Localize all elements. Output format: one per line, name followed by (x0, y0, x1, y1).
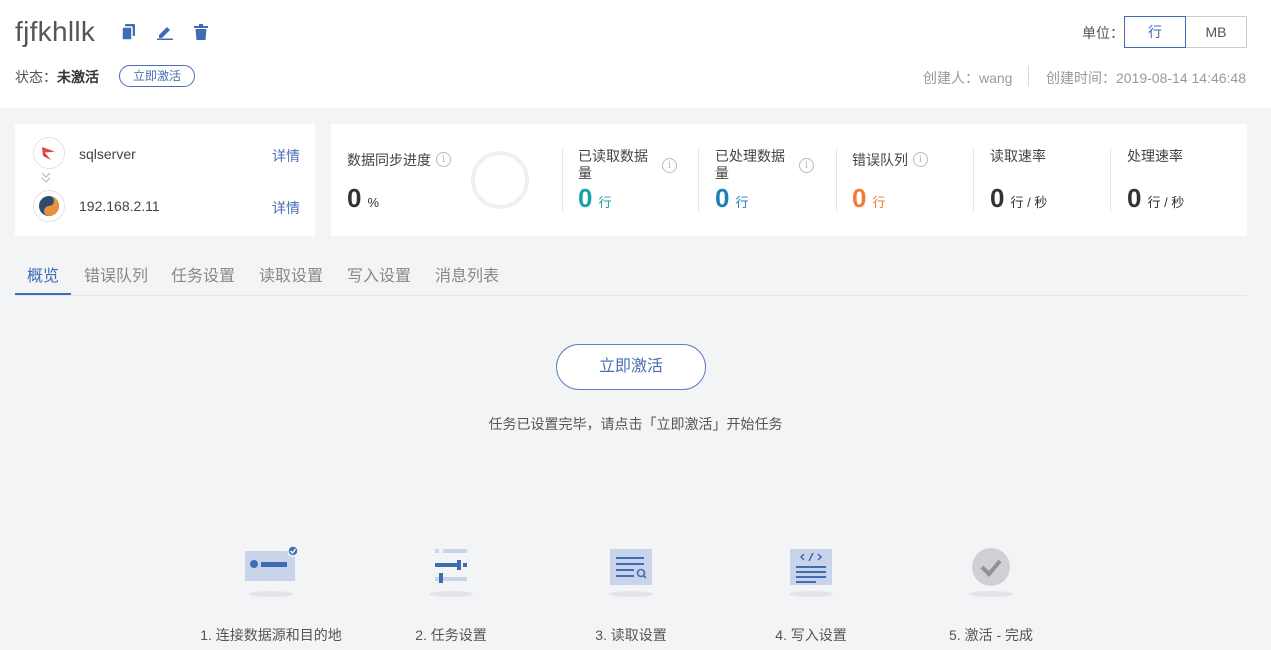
sync-progress-label: 数据同步进度 (347, 152, 431, 168)
header-divider (1028, 66, 1029, 86)
status-value: 未激活 (57, 69, 99, 85)
read-rate-stat: 读取速率 0 行 / 秒 (990, 124, 1100, 236)
creator-label: 创建人： (923, 70, 979, 86)
code-icon (783, 545, 839, 601)
sqlserver-icon (33, 137, 65, 169)
read-rate-value: 0 行 / 秒 (990, 183, 1047, 214)
sliders-icon (423, 545, 479, 601)
error-queue-stat: 错误队列 i 0行 (852, 124, 962, 236)
read-rate-label: 读取速率 (990, 148, 1046, 164)
database-icon (33, 190, 65, 222)
creator-value: wang (979, 70, 1013, 86)
created-time-value: 2019-08-14 14:46:48 (1116, 70, 1246, 86)
created-time: 创建时间：2019-08-14 14:46:48 (1046, 68, 1246, 88)
info-icon[interactable]: i (436, 152, 451, 167)
process-rate-unit: 行 / 秒 (1147, 195, 1185, 210)
process-rate-label: 处理速率 (1127, 148, 1183, 164)
processed-count-stat: 已处理数据量 i 0行 (715, 124, 825, 236)
target-detail-link[interactable]: 详情 (272, 198, 300, 218)
connection-card: sqlserver 详情 192.168.2.11 详情 (15, 124, 315, 236)
step-connect: 1. 连接数据源和目的地 (171, 545, 371, 645)
error-queue-number: 0 (852, 183, 867, 213)
connection-icon (243, 545, 299, 601)
icon-shadow (609, 591, 653, 597)
edit-icon[interactable] (156, 23, 174, 41)
read-count-label: 已读取数据量 (578, 148, 648, 181)
read-rate-number: 0 (990, 183, 1005, 213)
tab-message-list[interactable]: 消息列表 (435, 262, 499, 286)
error-queue-value: 0行 (852, 183, 885, 214)
read-rate-unit: 行 / 秒 (1010, 195, 1048, 210)
icon-shadow (429, 591, 473, 597)
processed-count-unit: 行 (735, 195, 749, 210)
read-count-value: 0行 (578, 183, 611, 214)
unit-label: 单位： (1082, 25, 1124, 41)
tab-task-settings[interactable]: 任务设置 (171, 262, 235, 286)
step-label: 4. 写入设置 (775, 627, 847, 643)
sync-progress-unit: % (367, 195, 380, 210)
creator: 创建人：wang (923, 68, 1012, 88)
activate-button[interactable]: 立即激活 (556, 344, 706, 390)
active-tab-indicator (15, 293, 71, 295)
error-queue-label: 错误队列 (852, 152, 908, 168)
check-icon (963, 545, 1019, 601)
step-label: 2. 任务设置 (415, 627, 487, 643)
sync-progress-number: 0 (347, 183, 362, 213)
stat-divider (973, 148, 974, 212)
icon-shadow (789, 591, 833, 597)
read-count-number: 0 (578, 183, 593, 213)
read-count-stat: 已读取数据量 i 0行 (578, 124, 688, 236)
read-icon (603, 545, 659, 601)
step-activate: 5. 激活 - 完成 (891, 545, 1091, 645)
tab-overview[interactable]: 概览 (27, 262, 59, 286)
delete-icon[interactable] (192, 23, 210, 41)
sync-progress-stat: 数据同步进度 i 0% (347, 124, 557, 236)
step-read-settings: 3. 读取设置 (531, 545, 731, 645)
created-time-label: 创建时间： (1046, 70, 1116, 86)
tab-bar: 概览 错误队列 任务设置 读取设置 写入设置 消息列表 (15, 250, 1247, 296)
unit-mb-button[interactable]: MB (1186, 16, 1247, 48)
source-detail-link[interactable]: 详情 (272, 146, 300, 166)
tab-write-settings[interactable]: 写入设置 (347, 262, 411, 286)
info-icon[interactable]: i (662, 158, 677, 173)
processed-count-value: 0行 (715, 183, 748, 214)
process-rate-value: 0 行 / 秒 (1127, 183, 1184, 214)
task-title: fjfkhllk (15, 16, 96, 47)
sync-progress-value: 0% (347, 183, 379, 214)
hint-text: 任务已设置完毕，请点击「立即激活」开始任务 (488, 416, 783, 432)
info-icon[interactable]: i (913, 152, 928, 167)
icon-shadow (249, 591, 293, 597)
source-name: sqlserver (79, 146, 136, 162)
unit-toggle: 行 MB (1124, 16, 1247, 48)
processed-count-number: 0 (715, 183, 730, 213)
step-task-settings: 2. 任务设置 (351, 545, 551, 645)
activate-small-button[interactable]: 立即激活 (119, 65, 195, 87)
chevron-down-icon (41, 172, 51, 186)
tab-error-queue[interactable]: 错误队列 (84, 262, 148, 286)
stat-divider (698, 148, 699, 212)
progress-ring (471, 151, 529, 209)
icon-shadow (969, 591, 1013, 597)
copy-icon[interactable] (120, 23, 138, 41)
stat-divider (1110, 148, 1111, 212)
error-queue-unit: 行 (872, 195, 886, 210)
status-label: 状态： (15, 69, 57, 85)
process-rate-stat: 处理速率 0 行 / 秒 (1127, 124, 1237, 236)
unit-rows-button[interactable]: 行 (1124, 16, 1186, 48)
process-rate-number: 0 (1127, 183, 1142, 213)
read-count-unit: 行 (598, 195, 612, 210)
stats-card: 数据同步进度 i 0% 已读取数据量 i 0行 已处理数据量 i 0行 错误队列… (331, 124, 1247, 236)
step-write-settings: 4. 写入设置 (711, 545, 911, 645)
step-label: 1. 连接数据源和目的地 (200, 627, 342, 643)
tab-read-settings[interactable]: 读取设置 (259, 262, 323, 286)
info-icon[interactable]: i (799, 158, 814, 173)
stat-divider (836, 148, 837, 212)
page-header: fjfkhllk 状态： 未激活 立即激活 单位： 行 MB 创建人：wang … (0, 0, 1271, 108)
processed-count-label: 已处理数据量 (715, 148, 785, 181)
step-label: 3. 读取设置 (595, 627, 667, 643)
stat-divider (562, 148, 563, 212)
step-label: 5. 激活 - 完成 (948, 627, 1033, 643)
target-name: 192.168.2.11 (79, 198, 160, 214)
